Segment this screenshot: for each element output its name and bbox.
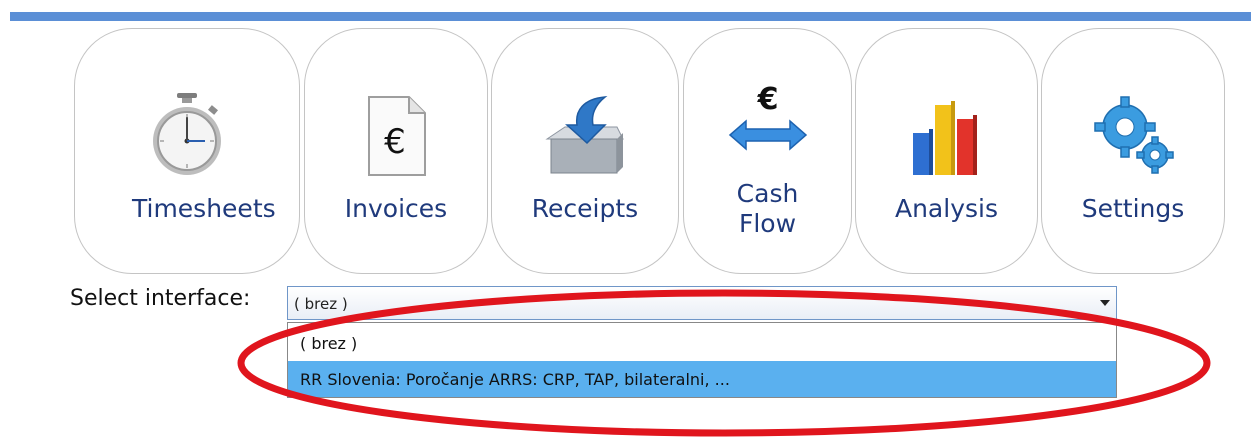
cash-flow-icon: € [728, 82, 807, 151]
gears-icon [1094, 96, 1174, 174]
nav-icon-wrap [492, 91, 678, 177]
nav-label-settings: Settings [1081, 194, 1185, 223]
nav-label-wrap: Analysis [856, 179, 1037, 239]
nav-label-cash-flow: Cash Flow [736, 179, 799, 238]
nav-label-receipts: Receipts [531, 194, 639, 223]
stopwatch-icon [153, 93, 221, 175]
receipt-box-icon [545, 96, 624, 174]
interface-option-none[interactable]: ( brez ) [288, 325, 1116, 361]
bar-chart-icon [912, 101, 977, 175]
nav-tile-settings[interactable]: Settings [1041, 28, 1225, 274]
cash-flow-euro-glyph: € [756, 82, 778, 117]
nav-tile-receipts[interactable]: Receipts [491, 28, 679, 274]
interface-select[interactable]: ( brez ) [287, 286, 1117, 320]
nav-label-timesheets: Timesheets [132, 194, 276, 223]
nav-tile-cash-flow[interactable]: € Cash Flow [683, 28, 852, 274]
nav-tile-invoices[interactable]: € Invoices [304, 28, 488, 274]
nav-icon-wrap: € [684, 73, 851, 159]
interface-option-rr-slovenia[interactable]: RR Slovenia: Poročanje ARRS: CRP, TAP, b… [288, 361, 1116, 397]
nav-icon-wrap [75, 91, 299, 177]
select-interface-label: Select interface: [70, 286, 251, 311]
nav-icon-wrap: € [305, 91, 487, 177]
interface-dropdown-list: ( brez ) RR Slovenia: Poročanje ARRS: CR… [287, 322, 1117, 398]
nav-label-wrap: Invoices [305, 179, 487, 239]
nav-label-wrap: Receipts [492, 179, 678, 239]
nav-tile-analysis[interactable]: Analysis [855, 28, 1038, 274]
nav-label-wrap: Settings [1042, 179, 1224, 239]
nav-icon-wrap [1042, 91, 1224, 177]
nav-label-wrap: Cash Flow [684, 179, 851, 239]
chevron-down-icon[interactable] [1094, 287, 1116, 319]
invoice-euro-glyph: € [384, 122, 406, 162]
nav-label-wrap: Timesheets [75, 179, 299, 239]
nav-icon-wrap [856, 91, 1037, 177]
nav-tile-timesheets[interactable]: Timesheets [74, 28, 300, 274]
interface-select-value: ( brez ) [294, 295, 348, 313]
nav-label-invoices: Invoices [344, 194, 448, 223]
nav-label-analysis: Analysis [894, 194, 998, 223]
invoice-document-icon: € [368, 96, 426, 176]
top-accent-bar [10, 12, 1251, 21]
